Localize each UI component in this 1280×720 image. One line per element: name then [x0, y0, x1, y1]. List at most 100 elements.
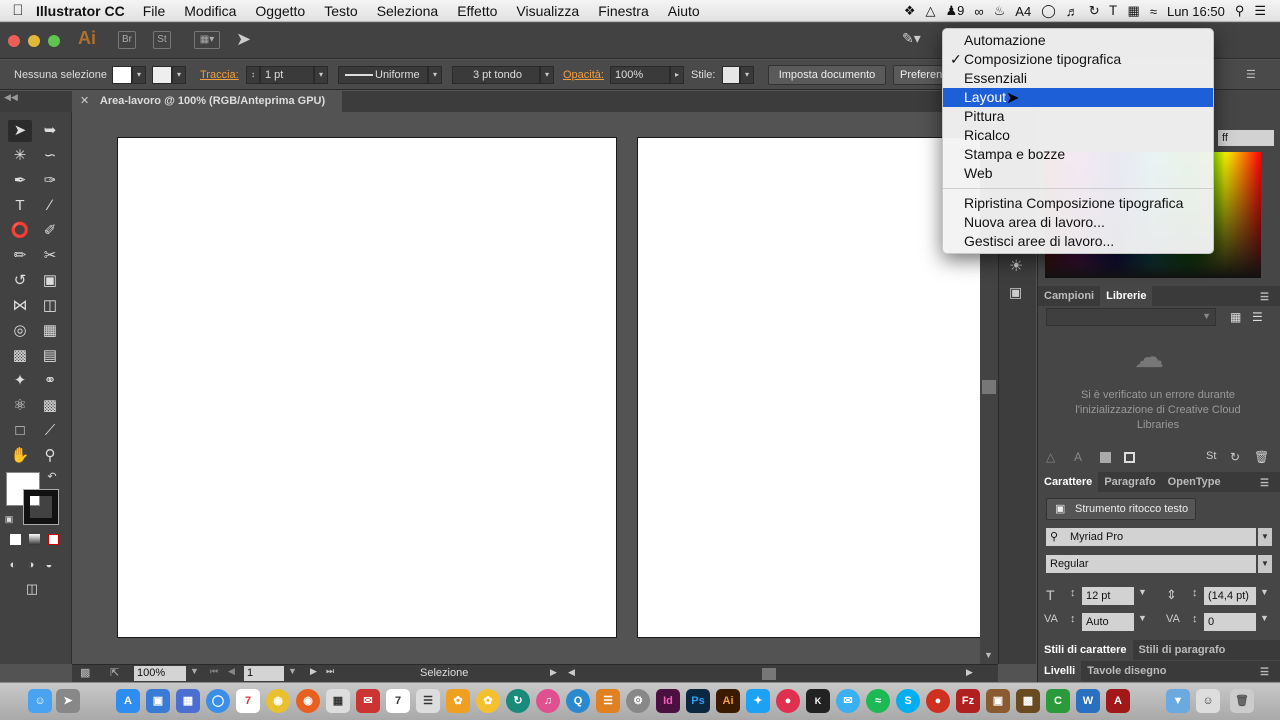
stroke-weight-input[interactable]: 1 pt: [260, 66, 314, 84]
font-family-dropdown[interactable]: ▼: [1258, 528, 1272, 546]
line-tool-icon[interactable]: ∕: [38, 195, 62, 217]
scroll-down-arrow-icon[interactable]: ▼: [984, 650, 993, 660]
time-machine-icon[interactable]: ↻: [1089, 3, 1100, 19]
adobe-icon[interactable]: A4: [1015, 4, 1031, 19]
kindle-icon[interactable]: K: [806, 689, 830, 713]
pencil-tool-icon[interactable]: ✏: [8, 245, 32, 267]
tracking-stepper[interactable]: ↕: [1192, 613, 1198, 625]
menu-item-stampa-e-bozze[interactable]: Stampa e bozze: [943, 145, 1213, 164]
transform-panel-icon[interactable]: ▣: [1009, 284, 1022, 301]
tab-stili-carattere[interactable]: Stili di carattere: [1038, 640, 1133, 660]
close-tab-icon[interactable]: ✕: [80, 95, 89, 107]
hand-tool-icon[interactable]: ✋: [8, 445, 32, 467]
tab-librerie[interactable]: Librerie: [1100, 286, 1153, 306]
stock-search-icon[interactable]: St: [1206, 450, 1216, 462]
tomato-icon[interactable]: ●: [926, 689, 950, 713]
gradient-tool-icon[interactable]: ▤: [38, 345, 62, 367]
magic-wand-tool-icon[interactable]: ✳: [8, 145, 32, 167]
ibooks-icon[interactable]: ☰: [596, 689, 620, 713]
battery-icon[interactable]: ▦: [1128, 3, 1140, 19]
menu-item-automazione[interactable]: Automazione: [943, 31, 1213, 50]
arrange-documents-icon[interactable]: ▦▾: [194, 31, 220, 49]
touch-type-button[interactable]: ▣ Strumento ritocco testo: [1046, 498, 1196, 520]
scroll-left-arrow-icon[interactable]: ◀: [568, 667, 575, 678]
none-mode-icon[interactable]: [48, 534, 59, 545]
gradient-mode-icon[interactable]: [29, 534, 40, 545]
swap-fill-stroke-icon[interactable]: ↶: [44, 466, 60, 488]
tab-carattere[interactable]: Carattere: [1038, 472, 1099, 492]
menu-item-composizione-tipografica[interactable]: ✓ Composizione tipografica: [943, 50, 1213, 69]
scroll-right-arrow-icon[interactable]: ▶: [966, 667, 973, 678]
menu-item-pittura[interactable]: Pittura: [943, 107, 1213, 126]
document-tab[interactable]: ✕ Area-lavoro @ 100% (RGB/Anteprima GPU): [72, 91, 342, 112]
width-tool-icon[interactable]: ⋈: [8, 295, 32, 317]
apps-grid-icon[interactable]: ▦: [326, 689, 350, 713]
notification-icon[interactable]: ♨: [994, 3, 1006, 19]
system-preferences-icon[interactable]: ⚙: [626, 689, 650, 713]
draw-normal-icon[interactable]: ◐: [4, 554, 22, 576]
kerning-stepper[interactable]: ↕: [1070, 613, 1076, 625]
creative-cloud-icon[interactable]: ∞: [974, 4, 983, 19]
tracking-dropdown[interactable]: ▼: [1260, 613, 1269, 623]
tab-livelli[interactable]: Livelli: [1038, 661, 1082, 681]
bridge-icon[interactable]: Br: [118, 31, 136, 49]
leading-field[interactable]: (14,4 pt): [1204, 587, 1256, 605]
horizontal-scroll-thumb[interactable]: [762, 668, 776, 680]
photos-icon[interactable]: ✿: [446, 689, 470, 713]
add-fill-color-icon[interactable]: [1100, 452, 1111, 463]
illustrator-dock-icon[interactable]: Ai: [716, 689, 740, 713]
menu-modifica[interactable]: Modifica: [184, 3, 236, 19]
trash-icon[interactable]: 🗑: [1254, 450, 1269, 464]
style-swatch[interactable]: [722, 66, 740, 84]
acrobat-icon[interactable]: A: [1106, 689, 1130, 713]
tab-opentype[interactable]: OpenType: [1162, 472, 1227, 492]
menu-seleziona[interactable]: Seleziona: [377, 3, 439, 19]
kerning-dropdown[interactable]: ▼: [1138, 613, 1147, 623]
toolbox-collapse-arrows[interactable]: ◀◀: [0, 91, 72, 112]
minimize-window-button[interactable]: [28, 35, 40, 47]
chrome-icon[interactable]: ◉: [266, 689, 290, 713]
list-view-icon[interactable]: ☰: [1252, 310, 1263, 324]
menu-effetto[interactable]: Effetto: [457, 3, 497, 19]
notification-center-icon[interactable]: ☰: [1254, 3, 1266, 19]
app-store-icon[interactable]: A: [116, 689, 140, 713]
leading-stepper[interactable]: ↕: [1192, 587, 1198, 599]
perspective-grid-tool-icon[interactable]: ▦: [38, 320, 62, 342]
people-icon[interactable]: ♟9: [945, 3, 964, 19]
column-graph-tool-icon[interactable]: ▩: [38, 395, 62, 417]
photoshop-icon[interactable]: Ps: [686, 689, 710, 713]
downloads-folder-icon[interactable]: ▼: [1166, 689, 1190, 713]
blend-tool-icon[interactable]: ⚭: [38, 370, 62, 392]
app-name-menu[interactable]: Illustrator CC: [36, 3, 125, 19]
colorsync-icon[interactable]: ✿: [476, 689, 500, 713]
calendar-2-icon[interactable]: 7: [386, 689, 410, 713]
tab-stili-paragrafo[interactable]: Stili di paragrafo: [1133, 640, 1232, 660]
library-select[interactable]: ▼: [1046, 308, 1216, 326]
vertical-scroll-thumb[interactable]: [982, 380, 996, 394]
rotate-tool-icon[interactable]: ↺: [8, 270, 32, 292]
word-icon[interactable]: W: [1076, 689, 1100, 713]
skype-icon[interactable]: S: [896, 689, 920, 713]
zoom-dropdown-icon[interactable]: ▼: [190, 666, 199, 676]
font-family-field[interactable]: ⚲ Myriad Pro: [1046, 528, 1256, 546]
add-character-style-icon[interactable]: A: [1074, 450, 1082, 464]
filezilla-icon[interactable]: Fz: [956, 689, 980, 713]
artboard-number-field[interactable]: 1: [244, 666, 284, 681]
stroke-swatch[interactable]: [152, 66, 172, 84]
appearance-panel-icon[interactable]: ☀: [1009, 256, 1023, 276]
finder-icon[interactable]: ☺: [28, 689, 52, 713]
control-panel-menu-icon[interactable]: ☰: [1246, 68, 1256, 81]
scale-tool-icon[interactable]: ▣: [38, 270, 62, 292]
export-icon[interactable]: ⇱: [110, 666, 119, 679]
zoom-level-field[interactable]: 100%: [134, 666, 186, 681]
canvas-area[interactable]: [72, 112, 980, 664]
document-setup-button[interactable]: Imposta documento: [768, 65, 886, 85]
news-icon[interactable]: ✉: [356, 689, 380, 713]
layers-panel-menu-icon[interactable]: ☰: [1254, 663, 1275, 683]
status-menu-arrow-icon[interactable]: ▶: [550, 667, 557, 678]
menu-testo[interactable]: Testo: [324, 3, 357, 19]
artboard-2[interactable]: [637, 137, 980, 638]
stroke-color-box[interactable]: [23, 489, 59, 525]
menu-item-nuova-area[interactable]: Nuova area di lavoro...: [943, 213, 1213, 232]
spotlight-search-icon[interactable]: ⚲: [1235, 3, 1245, 19]
